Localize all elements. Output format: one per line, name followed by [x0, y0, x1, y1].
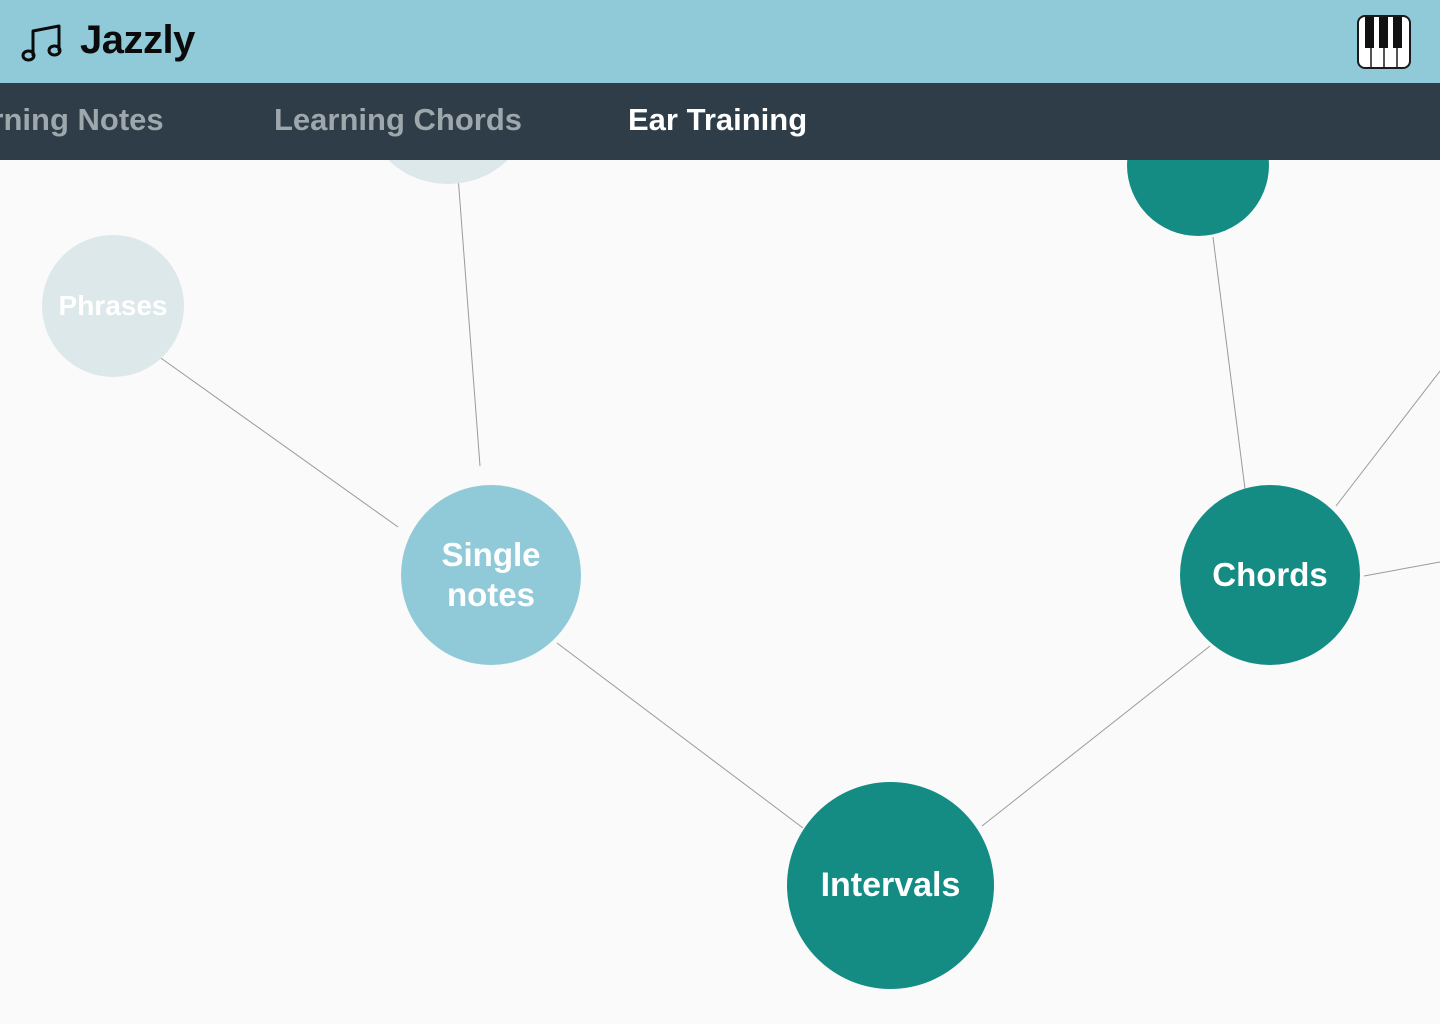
skill-node-label-line1: Single	[441, 536, 541, 573]
app-title: Jazzly	[80, 18, 195, 62]
app-window: Phrases Single notes Chords Intervals Ja…	[0, 0, 1440, 1024]
skill-node-label-line2: notes	[446, 576, 535, 613]
skill-node-label: Intervals	[820, 866, 961, 904]
skill-node-label: Chords	[1212, 556, 1328, 593]
skill-node-intervals[interactable]: Intervals	[787, 782, 994, 989]
section-tabs: Learning Notes Learning Chords Ear Train…	[0, 83, 1440, 160]
edge-chords-offscreen-right	[1363, 561, 1440, 577]
skill-node-chords[interactable]: Chords	[1180, 485, 1360, 665]
skill-node-phrases[interactable]: Phrases	[42, 235, 184, 377]
edge-top-right-chords	[1212, 236, 1246, 490]
tab-learning-notes[interactable]: Learning Notes	[0, 83, 164, 160]
skill-node-label: Single notes	[441, 535, 540, 615]
skill-node-single-notes[interactable]: Single notes	[401, 485, 581, 665]
tab-learning-chords[interactable]: Learning Chords	[274, 83, 522, 160]
skill-node-label: Phrases	[58, 290, 168, 321]
app-header: Jazzly	[0, 0, 1440, 83]
tab-ear-training[interactable]: Ear Training	[628, 83, 807, 160]
edge-top-left-single-notes	[457, 175, 481, 467]
edge-single-notes-intervals	[556, 642, 804, 829]
piano-keys-icon[interactable]	[1357, 15, 1411, 69]
edge-chords-offscreen-upper	[1335, 370, 1440, 507]
edge-intervals-chords	[981, 645, 1211, 827]
edge-phrases-single-notes	[157, 355, 399, 528]
music-notes-icon	[21, 24, 62, 62]
